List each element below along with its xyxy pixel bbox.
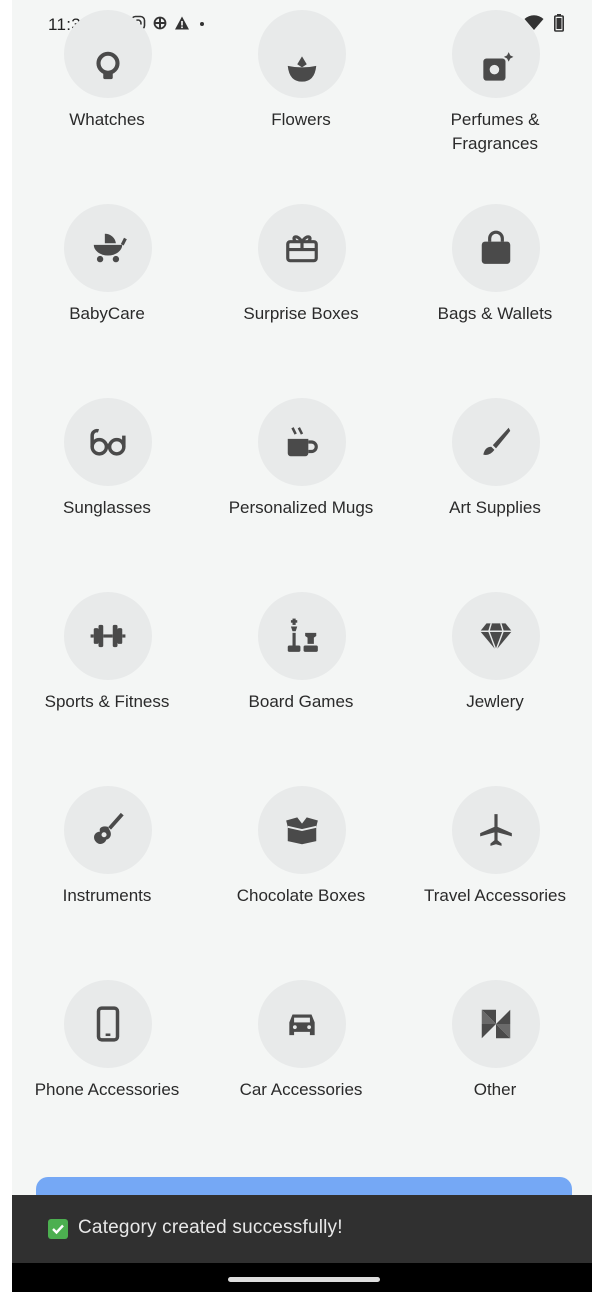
- category-circle: [452, 398, 540, 486]
- category-label-line2: Fragrances: [452, 134, 538, 153]
- paintbrush-icon: [483, 427, 511, 455]
- category-circle: [452, 204, 540, 292]
- category-circle: [64, 204, 152, 292]
- flower-icon: [287, 56, 317, 82]
- category-label: Sports & Fitness: [44, 692, 170, 711]
- category-label: Travel Accessories: [423, 886, 567, 905]
- dumbbell-icon: [90, 624, 126, 648]
- screen: 11:35 Whatches Flowers Perfumes & Fragra…: [12, 0, 592, 1292]
- category-label: Whatches: [69, 110, 145, 129]
- category-label: Phone Accessories: [34, 1080, 180, 1099]
- phone-icon: [96, 1006, 120, 1042]
- category-circle: [452, 592, 540, 680]
- category-label: BabyCare: [69, 304, 145, 323]
- category-circle: [258, 10, 346, 98]
- category-label: Car Accessories: [239, 1080, 363, 1099]
- category-label: Personalized Mugs: [228, 498, 374, 517]
- category-label: Board Games: [248, 692, 354, 711]
- home-indicator[interactable]: [228, 1277, 380, 1282]
- gear-icon: [153, 16, 167, 30]
- snackbar: Category created successfully!: [12, 1195, 592, 1263]
- chess-icon: [287, 618, 318, 652]
- category-label: Instruments: [62, 886, 152, 905]
- category-circle: [64, 980, 152, 1068]
- category-circle: [64, 592, 152, 680]
- category-circle: [64, 786, 152, 874]
- category-label: Flowers: [271, 110, 331, 129]
- glasses-icon: [90, 428, 126, 456]
- diamond-icon: [480, 623, 512, 653]
- shopping-bag-icon: [481, 230, 511, 264]
- category-circle: [258, 786, 346, 874]
- watch-icon: [96, 51, 120, 80]
- check-mark-icon: [48, 1219, 68, 1239]
- more-notifications-icon: [200, 22, 204, 26]
- battery-icon: [554, 14, 564, 32]
- open-box-icon: [286, 817, 318, 845]
- category-circle: [452, 786, 540, 874]
- category-label: Other: [473, 1080, 517, 1099]
- category-label: Bags & Wallets: [437, 304, 553, 323]
- category-circle: [258, 398, 346, 486]
- guitar-icon: [94, 812, 124, 844]
- category-label: Sunglasses: [63, 498, 151, 517]
- category-label: Surprise Boxes: [243, 304, 359, 323]
- category-label: Art Supplies: [449, 498, 541, 517]
- category-circle: [258, 980, 346, 1068]
- category-circle: [452, 10, 540, 98]
- mug-icon: [287, 427, 318, 457]
- pinwheel-icon: [481, 1009, 511, 1039]
- snackbar-message: Category created successfully!: [78, 1217, 343, 1238]
- category-label: Perfumes &: [450, 110, 540, 129]
- category-label: Chocolate Boxes: [236, 886, 366, 905]
- gift-box-icon: [286, 235, 318, 263]
- category-label: Jewlery: [466, 692, 524, 711]
- category-circle: [64, 10, 152, 98]
- category-circle: [258, 592, 346, 680]
- warning-icon: [175, 16, 189, 30]
- baby-stroller-icon: [93, 233, 127, 263]
- category-circle: [452, 980, 540, 1068]
- perfume-icon: [483, 52, 514, 81]
- car-icon: [289, 1014, 315, 1036]
- category-circle: [258, 204, 346, 292]
- category-circle: [64, 398, 152, 486]
- airplane-icon: [480, 814, 512, 846]
